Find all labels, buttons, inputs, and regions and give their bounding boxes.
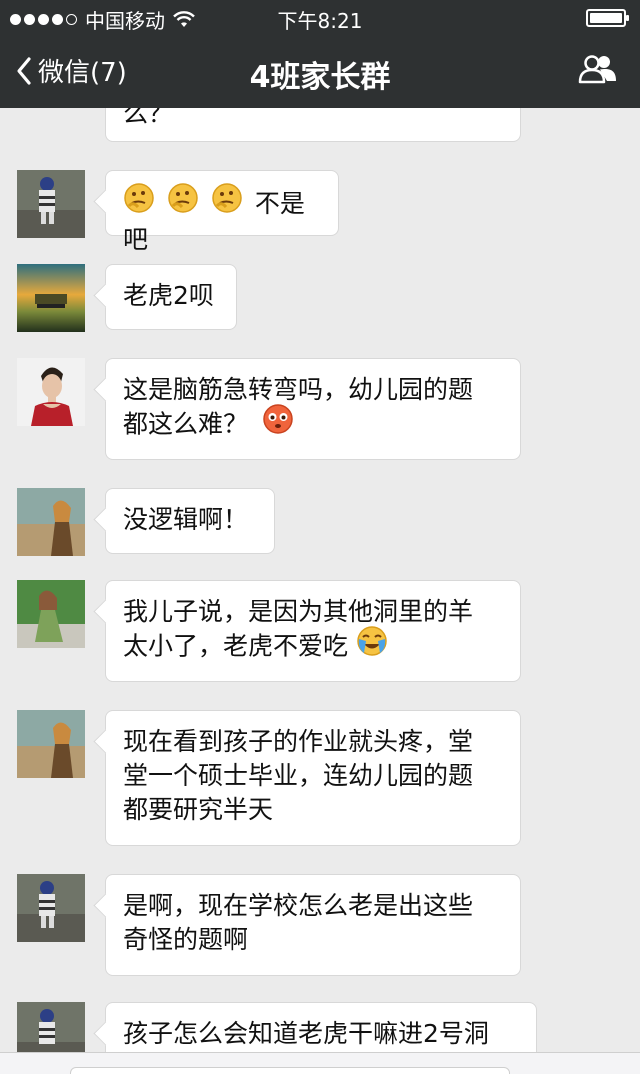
avatar[interactable] xyxy=(17,710,85,778)
message-text-line: 这是脑筋急转弯吗，幼儿园的题 xyxy=(123,375,474,404)
message-text-line: 太小了，老虎不爱吃 xyxy=(123,631,349,661)
message-bubble[interactable]: 是啊，现在学校怎么老是出这些 奇怪的题啊 xyxy=(105,874,521,976)
message-text-line: 都要研究半天 xyxy=(123,795,274,824)
group-members-button[interactable] xyxy=(578,54,618,88)
message-text: 么？ xyxy=(123,108,174,128)
nav-bar: 微信(7) 4班家长群 xyxy=(0,34,640,108)
message-text: 孩子怎么会知道老虎干嘛进2号洞 xyxy=(123,1019,489,1048)
avatar[interactable] xyxy=(17,874,85,942)
message-bubble[interactable]: 老虎2呗 xyxy=(105,264,237,330)
thinking-face-icon xyxy=(167,182,199,223)
avatar[interactable] xyxy=(17,358,85,426)
avatar[interactable] xyxy=(17,264,85,332)
thinking-face-icon xyxy=(211,182,243,223)
avatar[interactable] xyxy=(17,580,85,648)
avatar[interactable] xyxy=(17,170,85,238)
flushed-face-icon xyxy=(262,403,294,444)
chat-message-list[interactable]: 么？ 不是吧 老虎2呗 这是脑筋急转弯吗，幼儿园的题 都这么难？ 没逻辑啊！ 我… xyxy=(0,108,640,1052)
message-text-line: 奇怪的题啊 xyxy=(123,925,249,954)
message-text-line: 是啊，现在学校怎么老是出这些 xyxy=(123,891,474,920)
message-text-line: 我儿子说，是因为其他洞里的羊 xyxy=(123,597,474,626)
battery-icon xyxy=(586,9,629,27)
message-text: 没逻辑啊！ xyxy=(123,505,249,534)
message-text: 老虎2呗 xyxy=(123,281,214,310)
message-text-line: 堂一个硕士毕业，连幼儿园的题 xyxy=(123,761,474,790)
group-people-icon xyxy=(578,55,616,84)
message-bubble[interactable]: 么？ xyxy=(105,108,521,142)
input-toolbar xyxy=(0,1052,640,1074)
avatar[interactable] xyxy=(17,488,85,556)
message-input[interactable] xyxy=(70,1067,510,1074)
message-bubble[interactable]: 孩子怎么会知道老虎干嘛进2号洞 xyxy=(105,1002,537,1052)
message-text-line: 都这么难？ xyxy=(123,409,249,439)
status-bar: 中国移动 下午8:21 xyxy=(0,0,640,34)
message-bubble[interactable]: 这是脑筋急转弯吗，幼儿园的题 都这么难？ xyxy=(105,358,521,460)
message-bubble[interactable]: 不是吧 xyxy=(105,170,339,254)
avatar[interactable] xyxy=(17,1002,85,1052)
message-text-line: 现在看到孩子的作业就头疼，堂 xyxy=(123,727,474,756)
clock: 下午8:21 xyxy=(277,9,363,33)
message-bubble[interactable]: 没逻辑啊！ xyxy=(105,488,275,554)
message-bubble[interactable]: 现在看到孩子的作业就头疼，堂 堂一个硕士毕业，连幼儿园的题 都要研究半天 xyxy=(105,710,521,846)
message-bubble[interactable]: 我儿子说，是因为其他洞里的羊 太小了，老虎不爱吃 xyxy=(105,580,521,682)
thinking-face-icon xyxy=(123,182,155,223)
crying-face-icon xyxy=(356,625,388,666)
chat-title: 4班家长群 xyxy=(249,60,391,95)
